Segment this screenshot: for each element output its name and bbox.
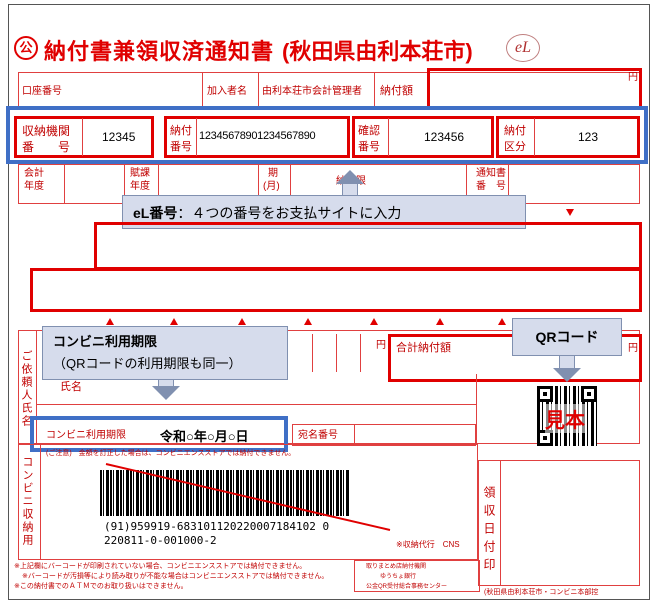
payer-name-label: 氏名 [60,381,82,393]
marker-triangle-icon [566,209,574,216]
el-number-callout-bold: eL番号 [133,205,178,221]
confirm-divider [388,118,389,156]
amount-row-box-1 [94,222,642,270]
el-logo-text: eL [515,39,531,56]
amount-yen: 円 [628,72,638,83]
qr-callout-arrow-stem [559,356,575,368]
amount-label: 納付額 [380,85,413,97]
qr-finder-icon [537,386,553,402]
fiscal-label-1: 会計 [24,168,44,179]
barcode-vertical-label: コンビニ収納用 [21,456,33,547]
row1-divider [202,72,203,110]
barcode-note: (ご注意) 金額を訂正した場合は、コンビニエンスストアでは納付できません。 [46,450,296,457]
receipt-divider [500,460,501,586]
marker-triangle-icon [498,318,506,325]
issuer-label: (秋田県由利本荘市・コンビニ本部控 [484,589,599,596]
row3-divider [64,164,65,204]
callout-arrow-up-icon [336,170,364,184]
bank-line-1: 取りまとめ店納付機関 [366,564,427,570]
payer-divider [36,404,476,405]
class-divider [534,118,535,156]
marker-triangle-icon [304,318,312,325]
receipt-vertical-label: 領収日付印 [482,486,496,576]
confirm-no-value: 123456 [424,130,465,144]
bank-line-2: ゆうちょ銀行 [380,574,417,580]
form-title: 納付書兼領収済通知書 [44,39,275,64]
receipt-stamp-box [478,460,640,586]
term-label-2: (月) [263,181,280,192]
amount-box [427,68,642,110]
el-number-callout-text: ：４つの番号をお支払サイトに入力 [177,205,402,221]
conv-deadline-date: 令和○年○月○日 [160,429,249,444]
account-no-label: 口座番号 [22,86,62,97]
inst-no-value: 12345 [102,130,136,144]
qr-sample-stamp: 見本 [545,404,585,433]
bank-line-3: 公金QR受付総合事務センター [366,584,448,590]
marker-triangle-icon [170,318,178,325]
barcode-agent: ※収納代行 CNS [396,540,460,549]
subscriber-name: 由利本荘市会計管理者 [262,86,362,97]
tax-label-2: 年度 [130,181,150,192]
footer-note-3: ※この納付書でのＡＴＭでのお取り扱いはできません。 [14,583,188,590]
payer-right-divider [476,374,477,444]
conv-deadline-label: コンビニ利用期限 [46,430,126,441]
inst-divider [82,118,83,156]
middle-divider [336,334,337,372]
row1-divider [258,72,259,110]
conv-callout-line1: コンビニ利用期限 [53,334,158,349]
form-city: (秋田県由利本荘市) [282,39,473,64]
tax-label-1: 賦課 [130,168,150,179]
qr-callout-arrow-icon [553,368,581,382]
marker-triangle-icon [370,318,378,325]
pay-no-label-1: 納付 [170,125,192,137]
barcode-divider [40,444,41,560]
notice-label-2: 番 号 [476,181,506,192]
pay-divider [196,118,197,156]
class-label-1: 納付 [504,125,526,137]
fiscal-label-2: 年度 [24,181,44,192]
marker-triangle-icon [238,318,246,325]
qr-code-image: 見本 [537,386,597,446]
conv-deadline-callout: コンビニ利用期限 （QRコードの利用期限も同一） [42,326,288,380]
middle-divider [360,334,361,372]
callout-arrow-down-head [152,386,180,400]
subscriber-label: 加入者名 [207,86,247,97]
pay-no-value: 12345678901234567890 [199,130,316,142]
logo-char: 公 [19,40,33,55]
el-logo-icon: eL [506,34,540,62]
total-amount-label: 合計納付額 [396,342,451,354]
dest-divider [354,424,355,446]
footer-note-2: ※バーコードが汚損等により読み取りが不能な場合はコンビニエンスストアでは納付でき… [22,573,329,580]
conv-callout-line2: （QRコードの利用期限も同一） [53,356,242,371]
qr-callout-text: QRコード [535,329,599,345]
marker-triangle-icon [436,318,444,325]
official-logo-icon: 公 [14,36,38,60]
term-label-1: 期 [268,168,278,179]
class-label-2: 区分 [504,141,526,153]
qr-callout: QRコード [512,318,622,356]
confirm-label-1: 確認 [358,125,380,137]
barcode-number-line1: (91)959919-683101120220007184102 0 [104,520,330,533]
inst-no-label-1: 収納機関 [22,124,71,138]
marker-triangle-icon [106,318,114,325]
total-amount-yen: 円 [628,343,638,354]
confirm-label-2: 番号 [358,141,380,153]
barcode-number-line2: 220811-0-001000-2 [104,534,217,547]
pay-no-label-2: 番号 [170,141,192,153]
inst-no-label-2: 番 号 [22,140,71,154]
notice-label-1: 通知書 [476,168,506,179]
footer-note-1: ※上記欄にバーコードが印刷されていない場合、コンビニエンスストアでは納付できませ… [14,563,307,570]
dest-no-label: 宛名番号 [298,430,338,441]
class-no-value: 123 [578,130,599,144]
amount-row-box-2 [30,268,642,312]
middle-yen: 円 [376,340,386,351]
row1-divider [374,72,375,110]
middle-divider [312,334,313,372]
qr-finder-icon [581,386,597,402]
